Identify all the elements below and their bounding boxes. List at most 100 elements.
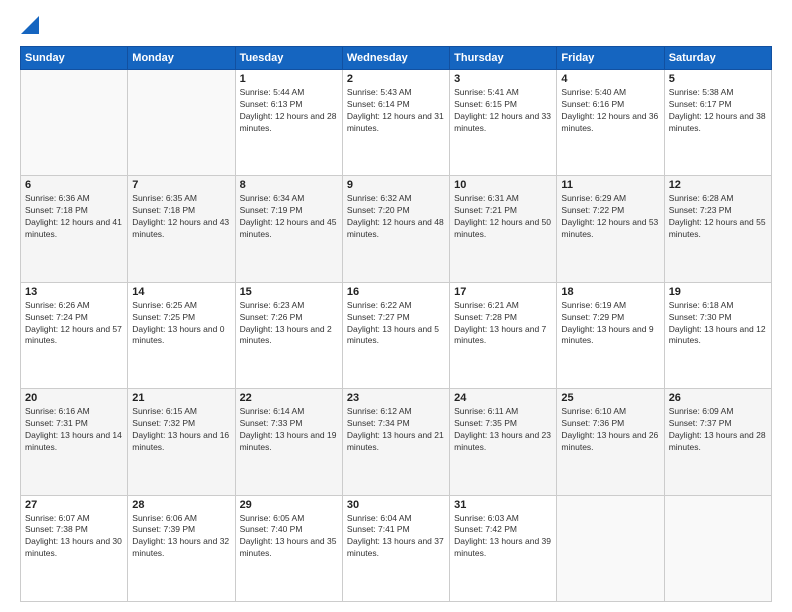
day-number: 27 xyxy=(25,499,123,511)
weekday-header-sunday: Sunday xyxy=(21,47,128,70)
calendar-cell: 28 Sunrise: 6:06 AMSunset: 7:39 PMDayligh… xyxy=(128,495,235,601)
day-number: 14 xyxy=(132,286,230,298)
calendar-cell: 20 Sunrise: 6:16 AMSunset: 7:31 PMDayligh… xyxy=(21,389,128,495)
calendar-cell: 18Sunrise: 6:19 AMSunset: 7:29 PMDayligh… xyxy=(557,282,664,388)
day-info: Sunrise: 6:06 AMSunset: 7:39 PMDaylight:… xyxy=(132,513,230,561)
day-number: 30 xyxy=(347,499,445,511)
calendar-week-row: 27 Sunrise: 6:07 AMSunset: 7:38 PMDayligh… xyxy=(21,495,772,601)
day-number: 19 xyxy=(669,286,767,298)
day-number: 2 xyxy=(347,73,445,85)
calendar-week-row: 1Sunrise: 5:44 AMSunset: 6:13 PMDaylight… xyxy=(21,70,772,176)
day-number: 8 xyxy=(240,179,338,191)
day-info: Sunrise: 6:36 AMSunset: 7:18 PMDaylight:… xyxy=(25,193,123,241)
calendar-cell: 5 Sunrise: 5:38 AMSunset: 6:17 PMDaylight… xyxy=(664,70,771,176)
day-number: 3 xyxy=(454,73,552,85)
day-number: 29 xyxy=(240,499,338,511)
day-info: Sunrise: 5:44 AMSunset: 6:13 PMDaylight:… xyxy=(240,87,338,135)
calendar-cell: 14 Sunrise: 6:25 AMSunset: 7:25 PMDayligh… xyxy=(128,282,235,388)
day-number: 28 xyxy=(132,499,230,511)
day-info: Sunrise: 6:29 AMSunset: 7:22 PMDaylight:… xyxy=(561,193,659,241)
calendar-cell: 9 Sunrise: 6:32 AMSunset: 7:20 PMDaylight… xyxy=(342,176,449,282)
day-info: Sunrise: 5:41 AMSunset: 6:15 PMDaylight:… xyxy=(454,87,552,135)
weekday-header-monday: Monday xyxy=(128,47,235,70)
day-number: 5 xyxy=(669,73,767,85)
calendar-cell: 13 Sunrise: 6:26 AMSunset: 7:24 PMDayligh… xyxy=(21,282,128,388)
day-number: 9 xyxy=(347,179,445,191)
calendar-cell xyxy=(664,495,771,601)
day-info: Sunrise: 5:38 AMSunset: 6:17 PMDaylight:… xyxy=(669,87,767,135)
calendar-header-row: SundayMondayTuesdayWednesdayThursdayFrid… xyxy=(21,47,772,70)
day-info: Sunrise: 6:26 AMSunset: 7:24 PMDaylight:… xyxy=(25,300,123,348)
day-info: Sunrise: 5:43 AMSunset: 6:14 PMDaylight:… xyxy=(347,87,445,135)
weekday-header-tuesday: Tuesday xyxy=(235,47,342,70)
day-info: Sunrise: 6:21 AMSunset: 7:28 PMDaylight:… xyxy=(454,300,552,348)
calendar-cell: 23 Sunrise: 6:12 AMSunset: 7:34 PMDayligh… xyxy=(342,389,449,495)
calendar-cell xyxy=(557,495,664,601)
day-number: 23 xyxy=(347,392,445,404)
day-number: 12 xyxy=(669,179,767,191)
day-info: Sunrise: 6:18 AMSunset: 7:30 PMDaylight:… xyxy=(669,300,767,348)
day-info: Sunrise: 6:32 AMSunset: 7:20 PMDaylight:… xyxy=(347,193,445,241)
day-info: Sunrise: 6:11 AMSunset: 7:35 PMDaylight:… xyxy=(454,406,552,454)
calendar-cell: 21 Sunrise: 6:15 AMSunset: 7:32 PMDayligh… xyxy=(128,389,235,495)
calendar-cell: 19 Sunrise: 6:18 AMSunset: 7:30 PMDayligh… xyxy=(664,282,771,388)
calendar-cell: 15Sunrise: 6:23 AMSunset: 7:26 PMDayligh… xyxy=(235,282,342,388)
day-number: 16 xyxy=(347,286,445,298)
day-info: Sunrise: 6:14 AMSunset: 7:33 PMDaylight:… xyxy=(240,406,338,454)
day-number: 11 xyxy=(561,179,659,191)
day-number: 26 xyxy=(669,392,767,404)
day-number: 25 xyxy=(561,392,659,404)
day-number: 20 xyxy=(25,392,123,404)
calendar-cell xyxy=(128,70,235,176)
logo-line xyxy=(20,16,39,36)
day-number: 17 xyxy=(454,286,552,298)
calendar-cell: 8Sunrise: 6:34 AMSunset: 7:19 PMDaylight… xyxy=(235,176,342,282)
day-info: Sunrise: 6:22 AMSunset: 7:27 PMDaylight:… xyxy=(347,300,445,348)
day-number: 22 xyxy=(240,392,338,404)
day-number: 18 xyxy=(561,286,659,298)
day-info: Sunrise: 6:03 AMSunset: 7:42 PMDaylight:… xyxy=(454,513,552,561)
header xyxy=(20,16,772,36)
day-number: 24 xyxy=(454,392,552,404)
day-info: Sunrise: 6:15 AMSunset: 7:32 PMDaylight:… xyxy=(132,406,230,454)
calendar-cell: 29Sunrise: 6:05 AMSunset: 7:40 PMDayligh… xyxy=(235,495,342,601)
calendar-cell: 16 Sunrise: 6:22 AMSunset: 7:27 PMDayligh… xyxy=(342,282,449,388)
weekday-header-saturday: Saturday xyxy=(664,47,771,70)
day-info: Sunrise: 6:04 AMSunset: 7:41 PMDaylight:… xyxy=(347,513,445,561)
calendar-cell: 31 Sunrise: 6:03 AMSunset: 7:42 PMDayligh… xyxy=(450,495,557,601)
page: SundayMondayTuesdayWednesdayThursdayFrid… xyxy=(0,0,792,612)
day-info: Sunrise: 6:10 AMSunset: 7:36 PMDaylight:… xyxy=(561,406,659,454)
day-info: Sunrise: 6:12 AMSunset: 7:34 PMDaylight:… xyxy=(347,406,445,454)
calendar-cell: 12Sunrise: 6:28 AMSunset: 7:23 PMDayligh… xyxy=(664,176,771,282)
calendar-week-row: 13 Sunrise: 6:26 AMSunset: 7:24 PMDayligh… xyxy=(21,282,772,388)
calendar-cell: 17 Sunrise: 6:21 AMSunset: 7:28 PMDayligh… xyxy=(450,282,557,388)
calendar-cell: 10Sunrise: 6:31 AMSunset: 7:21 PMDayligh… xyxy=(450,176,557,282)
calendar-cell xyxy=(21,70,128,176)
day-number: 13 xyxy=(25,286,123,298)
day-number: 4 xyxy=(561,73,659,85)
day-info: Sunrise: 6:09 AMSunset: 7:37 PMDaylight:… xyxy=(669,406,767,454)
calendar-cell: 2 Sunrise: 5:43 AMSunset: 6:14 PMDaylight… xyxy=(342,70,449,176)
calendar-cell: 27 Sunrise: 6:07 AMSunset: 7:38 PMDayligh… xyxy=(21,495,128,601)
calendar-cell: 11 Sunrise: 6:29 AMSunset: 7:22 PMDayligh… xyxy=(557,176,664,282)
logo-triangle-icon xyxy=(21,16,39,34)
logo xyxy=(20,16,39,36)
day-number: 31 xyxy=(454,499,552,511)
day-info: Sunrise: 6:07 AMSunset: 7:38 PMDaylight:… xyxy=(25,513,123,561)
calendar-cell: 6 Sunrise: 6:36 AMSunset: 7:18 PMDaylight… xyxy=(21,176,128,282)
calendar-cell: 25 Sunrise: 6:10 AMSunset: 7:36 PMDayligh… xyxy=(557,389,664,495)
day-number: 10 xyxy=(454,179,552,191)
day-info: Sunrise: 5:40 AMSunset: 6:16 PMDaylight:… xyxy=(561,87,659,135)
day-number: 6 xyxy=(25,179,123,191)
day-number: 7 xyxy=(132,179,230,191)
calendar: SundayMondayTuesdayWednesdayThursdayFrid… xyxy=(20,46,772,602)
calendar-week-row: 6 Sunrise: 6:36 AMSunset: 7:18 PMDaylight… xyxy=(21,176,772,282)
calendar-cell: 22 Sunrise: 6:14 AMSunset: 7:33 PMDayligh… xyxy=(235,389,342,495)
day-info: Sunrise: 6:25 AMSunset: 7:25 PMDaylight:… xyxy=(132,300,230,348)
calendar-cell: 30 Sunrise: 6:04 AMSunset: 7:41 PMDayligh… xyxy=(342,495,449,601)
day-info: Sunrise: 6:16 AMSunset: 7:31 PMDaylight:… xyxy=(25,406,123,454)
calendar-cell: 7Sunrise: 6:35 AMSunset: 7:18 PMDaylight… xyxy=(128,176,235,282)
calendar-cell: 3 Sunrise: 5:41 AMSunset: 6:15 PMDaylight… xyxy=(450,70,557,176)
day-number: 15 xyxy=(240,286,338,298)
day-number: 21 xyxy=(132,392,230,404)
